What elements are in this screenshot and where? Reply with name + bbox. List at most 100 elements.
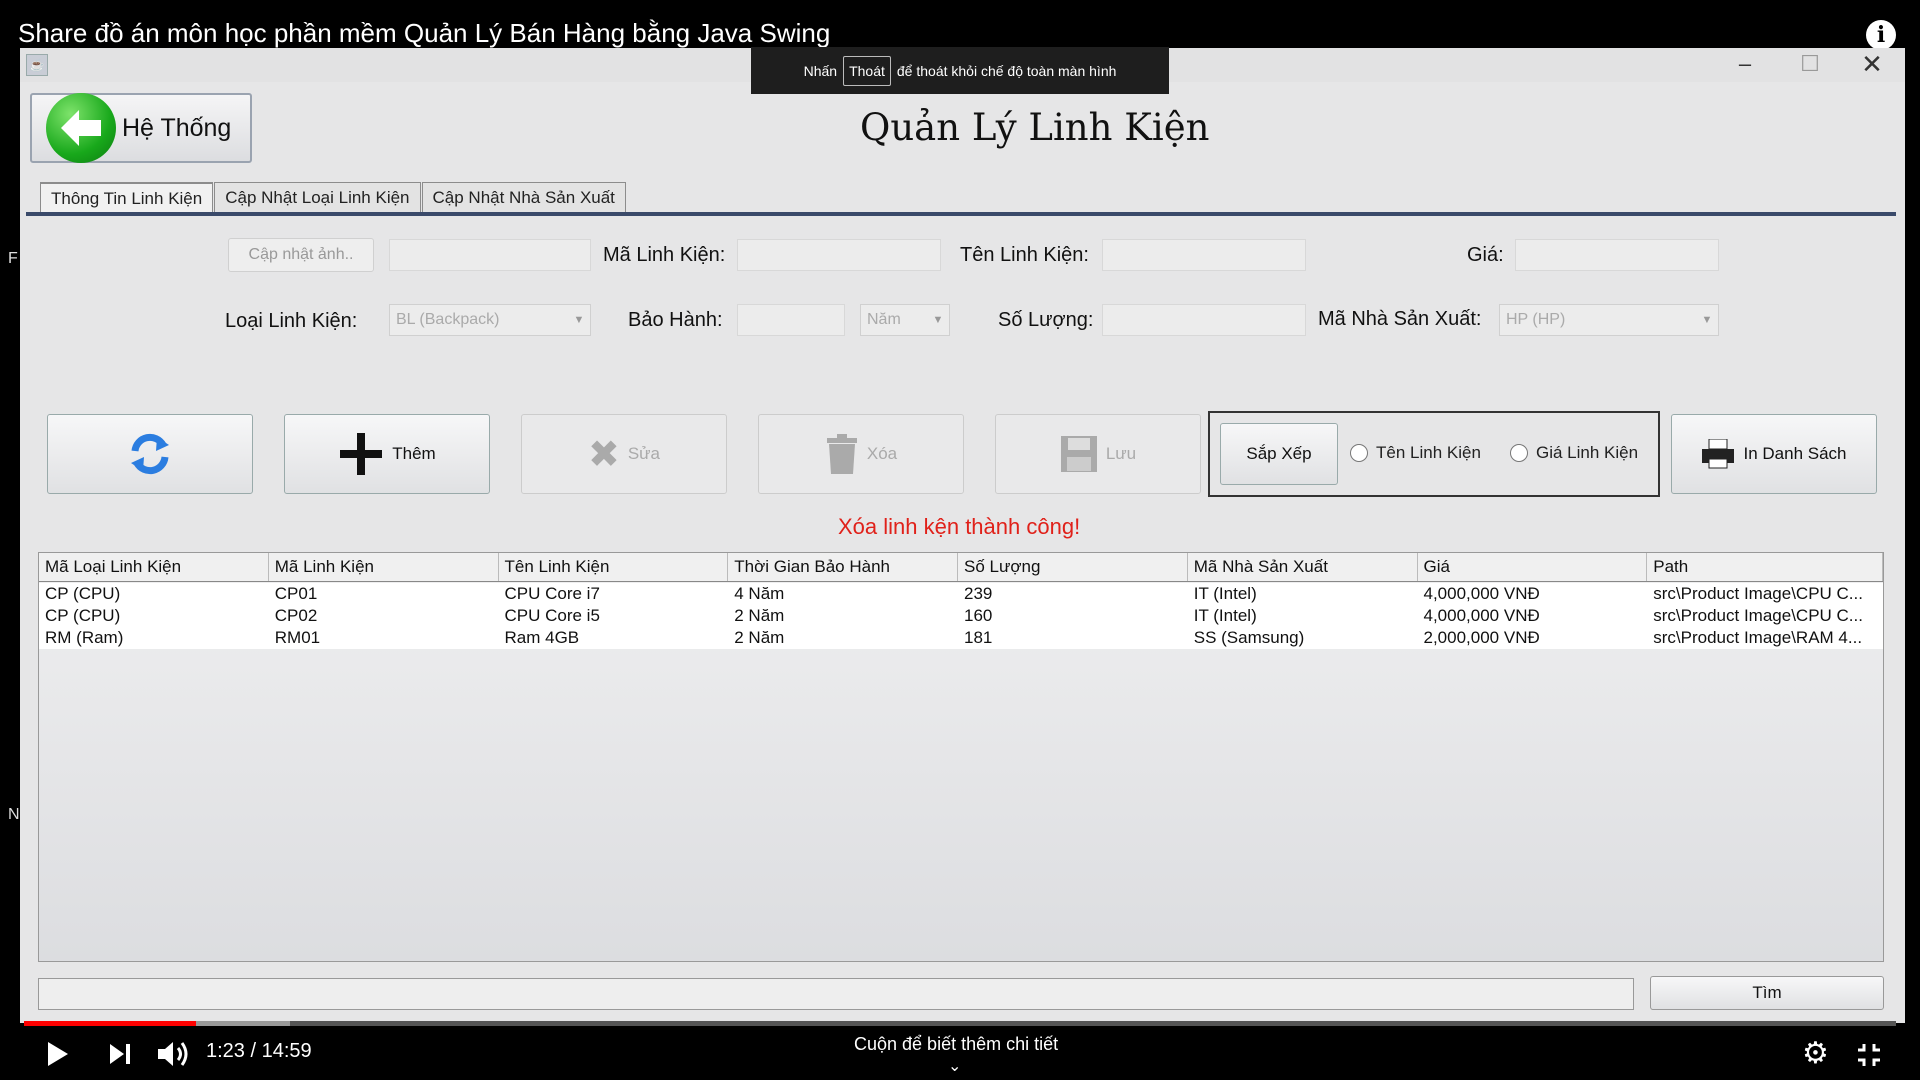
ma-nsx-value: HP (HP) bbox=[1506, 311, 1566, 328]
column-header[interactable]: Số Lượng bbox=[958, 553, 1188, 581]
background-letter: F bbox=[8, 250, 18, 267]
trash-icon bbox=[826, 434, 857, 474]
loai-linh-kien-value: BL (Backpack) bbox=[396, 311, 500, 328]
chevron-down-icon: ▼ bbox=[573, 314, 585, 326]
tab-cap-nhat-nha-san-xuat[interactable]: Cập Nhật Nhà Sản Xuất bbox=[421, 182, 626, 212]
play-icon[interactable] bbox=[46, 1040, 70, 1068]
tab-thong-tin-linh-kien[interactable]: Thông Tin Linh Kiện bbox=[40, 182, 214, 212]
ma-nsx-label: Mã Nhà Sản Xuất: bbox=[1318, 308, 1482, 330]
table-cell: src\Product Image\RAM 4... bbox=[1653, 628, 1863, 647]
add-button[interactable]: Thêm bbox=[284, 414, 490, 494]
back-system-button[interactable]: Hệ Thống bbox=[30, 93, 252, 163]
save-button[interactable]: Lưu bbox=[995, 414, 1201, 494]
table-cell: 2 Năm bbox=[734, 606, 785, 625]
column-header[interactable]: Thời Gian Bảo Hành bbox=[728, 553, 958, 581]
so-luong-input[interactable] bbox=[1102, 304, 1306, 336]
close-icon[interactable]: ✕ bbox=[1852, 51, 1892, 78]
table-cell: CP (CPU) bbox=[45, 606, 121, 625]
delete-button[interactable]: Xóa bbox=[758, 414, 964, 494]
sort-button[interactable]: Sắp Xếp bbox=[1220, 423, 1338, 485]
table-cell: 4 Năm bbox=[734, 584, 785, 603]
java-icon: ☕ bbox=[26, 54, 48, 76]
ma-nsx-select[interactable]: HP (HP) ▼ bbox=[1499, 304, 1719, 336]
progress-bar[interactable] bbox=[24, 1021, 1896, 1026]
table-cell: 160 bbox=[964, 606, 993, 625]
floppy-icon bbox=[1060, 436, 1097, 472]
chevron-down-icon[interactable]: ⌄ bbox=[948, 1056, 961, 1076]
bao-hanh-input[interactable] bbox=[737, 304, 845, 336]
table-cell: 181 bbox=[964, 628, 993, 647]
progress-played bbox=[24, 1021, 197, 1026]
column-header[interactable]: Mã Nhà Sản Xuất bbox=[1188, 553, 1418, 581]
ma-linh-kien-label: Mã Linh Kiện: bbox=[603, 244, 726, 266]
column-header[interactable]: Tên Linh Kiện bbox=[499, 553, 729, 581]
column-header[interactable]: Giá bbox=[1418, 553, 1648, 581]
scroll-hint[interactable]: Cuộn để biết thêm chi tiết bbox=[854, 1034, 1058, 1055]
table-cell: CPU Core i7 bbox=[504, 584, 600, 603]
sort-group: Sắp Xếp Tên Linh Kiện Giá Linh Kiện bbox=[1208, 411, 1660, 497]
loai-linh-kien-label: Loại Linh Kiện: bbox=[225, 310, 358, 332]
column-header[interactable]: Path bbox=[1647, 553, 1883, 581]
add-button-label: Thêm bbox=[392, 444, 436, 463]
video-title: Share đồ án môn học phần mềm Quản Lý Bán… bbox=[18, 18, 831, 48]
sort-by-name-label: Tên Linh Kiện bbox=[1376, 443, 1481, 462]
tab-bar: Thông Tin Linh Kiện Cập Nhật Loại Linh K… bbox=[40, 182, 627, 214]
table-cell: 239 bbox=[964, 584, 993, 603]
plus-icon bbox=[340, 433, 383, 475]
update-image-button[interactable]: Cập nhật ảnh.. bbox=[228, 238, 374, 272]
time-display: 1:23 / 14:59 bbox=[206, 1040, 312, 1062]
column-header[interactable]: Mã Loại Linh Kiện bbox=[39, 553, 269, 581]
table-cell: CPU Core i5 bbox=[504, 606, 600, 625]
loai-linh-kien-select[interactable]: BL (Backpack) ▼ bbox=[389, 304, 591, 336]
refresh-icon bbox=[131, 433, 169, 475]
search-input[interactable] bbox=[38, 978, 1634, 1010]
components-table: Mã Loại Linh Kiện Mã Linh Kiện Tên Linh … bbox=[38, 552, 1884, 962]
tab-underline bbox=[26, 212, 1896, 216]
table-row[interactable]: CP (CPU) CP02 CPU Core i5 2 Năm 160 IT (… bbox=[39, 605, 1883, 627]
radio-circle-icon bbox=[1350, 444, 1368, 462]
toast-key: Thoát bbox=[843, 55, 891, 86]
bao-hanh-unit-value: Năm bbox=[867, 311, 901, 328]
sort-by-name-radio[interactable]: Tên Linh Kiện bbox=[1350, 443, 1481, 463]
bao-hanh-unit-select[interactable]: Năm ▼ bbox=[860, 304, 950, 336]
info-icon[interactable]: i bbox=[1866, 20, 1896, 50]
table-cell: src\Product Image\CPU C... bbox=[1653, 584, 1863, 603]
app-window: ☕ – ☐ ✕ Hệ Thống Quản Lý Linh Kiện Thông… bbox=[20, 48, 1905, 1023]
table-cell: 4,000,000 VNĐ bbox=[1423, 584, 1540, 603]
refresh-button[interactable] bbox=[47, 414, 253, 494]
sort-by-price-label: Giá Linh Kiện bbox=[1536, 443, 1639, 462]
gia-input[interactable] bbox=[1515, 239, 1719, 271]
ten-linh-kien-label: Tên Linh Kiện: bbox=[960, 244, 1089, 266]
sort-by-price-radio[interactable]: Giá Linh Kiện bbox=[1510, 443, 1638, 463]
chevron-down-icon: ▼ bbox=[1701, 314, 1713, 326]
next-icon[interactable] bbox=[108, 1042, 132, 1066]
maximize-icon[interactable]: ☐ bbox=[1790, 52, 1830, 78]
column-header[interactable]: Mã Linh Kiện bbox=[269, 553, 499, 581]
ten-linh-kien-input[interactable] bbox=[1102, 239, 1306, 271]
volume-icon[interactable] bbox=[156, 1040, 190, 1068]
edit-button[interactable]: ✖ Sửa bbox=[521, 414, 727, 494]
ma-linh-kien-input[interactable] bbox=[737, 239, 941, 271]
printer-icon bbox=[1702, 439, 1735, 469]
search-button[interactable]: Tìm bbox=[1650, 976, 1884, 1010]
table-row[interactable]: RM (Ram) RM01 Ram 4GB 2 Năm 181 SS (Sams… bbox=[39, 627, 1883, 649]
table-row[interactable]: CP (CPU) CP01 CPU Core i7 4 Năm 239 IT (… bbox=[39, 583, 1883, 605]
tools-icon: ✖ bbox=[587, 433, 620, 476]
toast-text-before: Nhấn bbox=[803, 62, 838, 79]
table-cell: IT (Intel) bbox=[1193, 584, 1257, 603]
table-header: Mã Loại Linh Kiện Mã Linh Kiện Tên Linh … bbox=[39, 553, 1883, 582]
edit-button-label: Sửa bbox=[627, 444, 661, 463]
print-list-button[interactable]: In Danh Sách bbox=[1671, 414, 1877, 494]
fullscreen-toast: Nhấn Thoát để thoát khỏi chế độ toàn màn… bbox=[751, 47, 1169, 94]
table-cell: src\Product Image\CPU C... bbox=[1653, 606, 1863, 625]
exit-fullscreen-icon[interactable] bbox=[1856, 1042, 1882, 1068]
minimize-icon[interactable]: – bbox=[1725, 52, 1765, 78]
radio-circle-icon bbox=[1510, 444, 1528, 462]
settings-icon[interactable]: ⚙ bbox=[1802, 1036, 1829, 1071]
table-cell: CP (CPU) bbox=[45, 584, 121, 603]
bao-hanh-label: Bảo Hành: bbox=[628, 309, 723, 331]
table-cell: IT (Intel) bbox=[1193, 606, 1257, 625]
status-message: Xóa linh kện thành công! bbox=[838, 514, 1081, 539]
image-path-field[interactable] bbox=[389, 239, 591, 271]
tab-cap-nhat-loai-linh-kien[interactable]: Cập Nhật Loại Linh Kiện bbox=[214, 182, 421, 212]
